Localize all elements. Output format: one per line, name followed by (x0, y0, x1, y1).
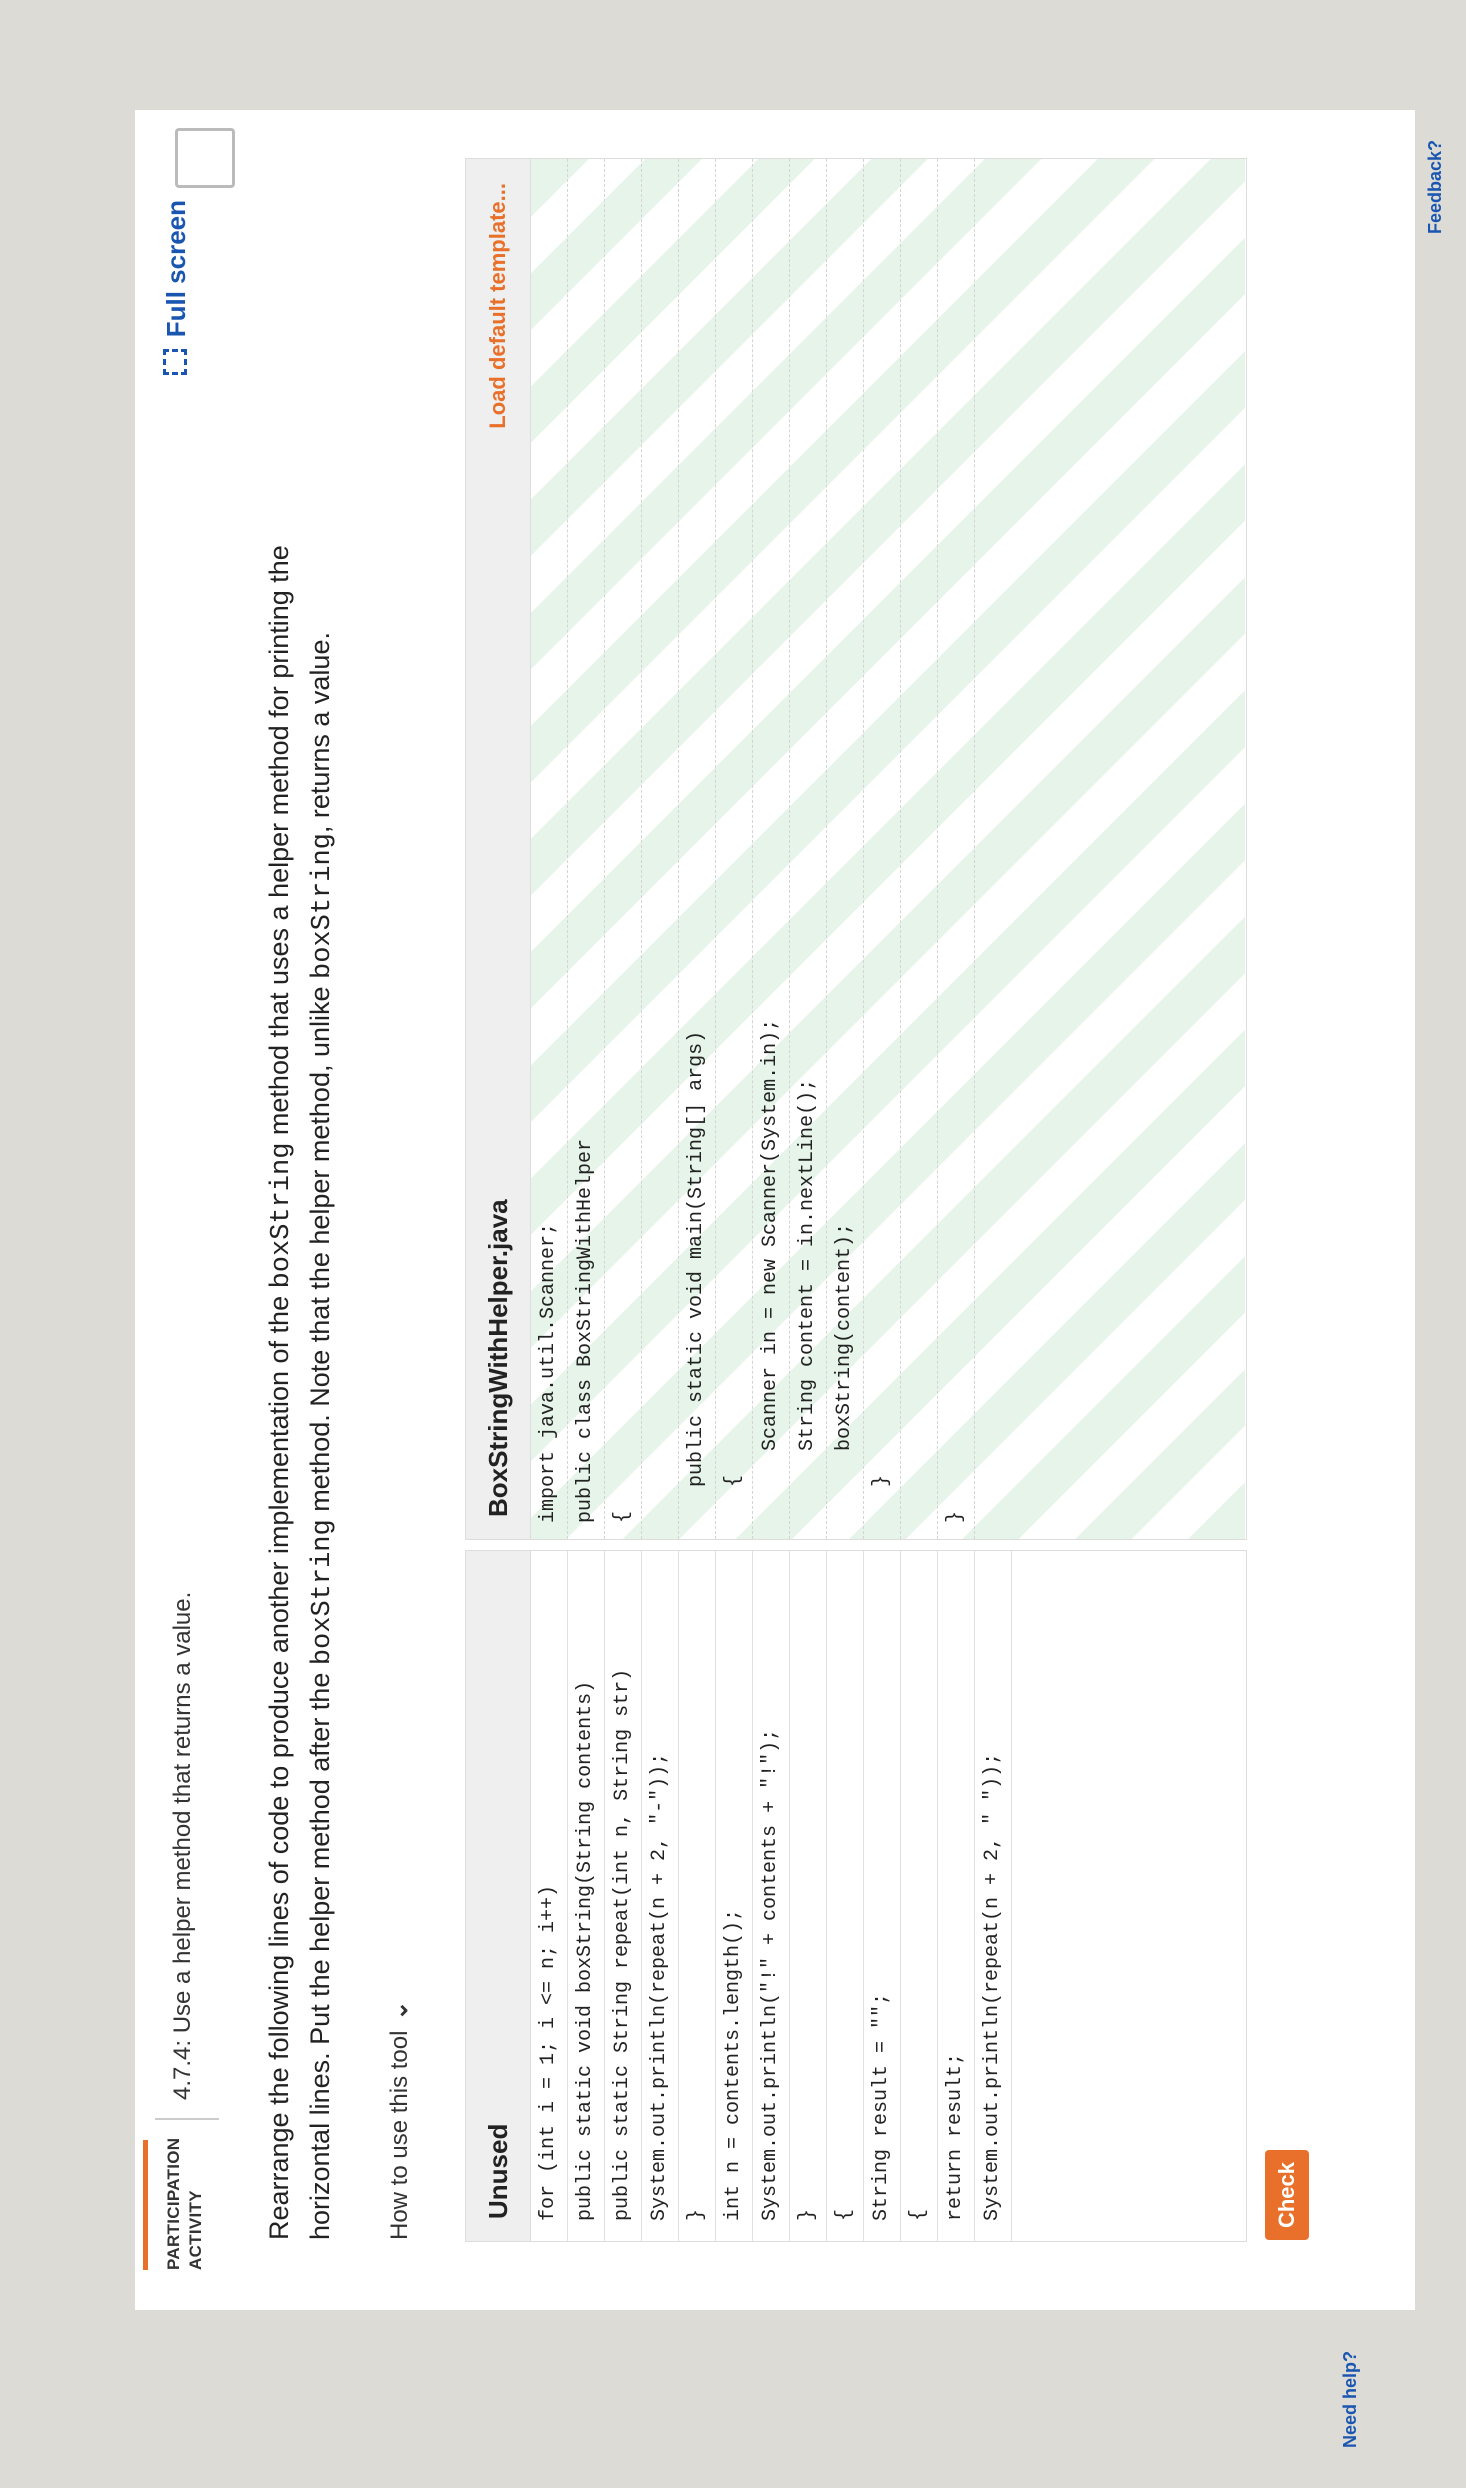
unused-lines-list: for (int i = 1; i <= n; i++) public stati… (531, 1551, 1012, 2241)
load-default-template-link[interactable]: Load default template... (466, 183, 530, 429)
chevron-down-icon: ⌄ (386, 2000, 413, 2021)
code-file-panel: BoxStringWithHelper.java Load default te… (465, 158, 1247, 1540)
need-help-link[interactable]: Need help? (1340, 2351, 1361, 2448)
unused-code-line[interactable]: { (901, 1551, 938, 2241)
file-code-line: } (864, 159, 901, 1539)
file-code-line (901, 159, 938, 1539)
feedback-link[interactable]: Feedback? (1425, 140, 1446, 234)
unused-code-line[interactable]: } (790, 1551, 827, 2241)
instructions-text: Rearrange the following lines of code to… (260, 460, 342, 2240)
screen: PARTICIPATION ACTIVITY 4.7.4: Use a help… (0, 0, 1466, 2488)
participation-activity-card: PARTICIPATION ACTIVITY 4.7.4: Use a help… (135, 110, 1415, 2310)
how-to-use-toggle[interactable]: How to use this tool ⌄ (385, 2000, 414, 2240)
unused-code-line[interactable]: String result = ""; (864, 1551, 901, 2241)
instructions-code: boxString (308, 833, 338, 979)
unused-code-line[interactable]: System.out.println(repeat(n + 2, "-")); (642, 1551, 679, 2241)
unused-code-line[interactable]: { (827, 1551, 864, 2241)
unused-code-line[interactable]: System.out.println("!" + contents + "!")… (753, 1551, 790, 2241)
unused-lines-panel: Unused for (int i = 1; i <= n; i++) publi… (465, 1550, 1247, 2242)
unused-code-line[interactable]: System.out.println(repeat(n + 2, " ")); (975, 1551, 1012, 2241)
file-name: BoxStringWithHelper.java (483, 1199, 513, 1517)
header-divider (155, 2118, 219, 2120)
unused-code-line[interactable]: public static void boxString(String cont… (568, 1551, 605, 2241)
fullscreen-label: Full screen (161, 200, 191, 338)
completion-checkbox (175, 128, 235, 188)
file-code-line (642, 159, 679, 1539)
activity-accent-bar (143, 2140, 148, 2270)
fullscreen-button[interactable]: Full screen (161, 200, 192, 376)
file-code-line: String content = in.nextLine(); (790, 159, 827, 1539)
unused-code-line[interactable]: int n = contents.length(); (716, 1551, 753, 2241)
fullscreen-icon (163, 349, 187, 376)
instructions-part: , returns a value. (305, 632, 335, 834)
unused-panel-title: Unused (466, 1551, 531, 2241)
unused-code-line[interactable]: } (679, 1551, 716, 2241)
file-code-line: import java.util.Scanner; (531, 159, 568, 1539)
file-code-line: public static void main(String[] args) (679, 159, 716, 1539)
instructions-code: boxString (267, 1142, 297, 1289)
instructions-code: boxString (308, 1519, 338, 1666)
file-code-line: public class BoxStringWithHelper (568, 159, 605, 1539)
unused-code-line[interactable]: public static String repeat(int n, Strin… (605, 1551, 642, 2241)
file-panel-header: BoxStringWithHelper.java Load default te… (466, 159, 531, 1539)
file-code-line: Scanner in = new Scanner(System.in); (753, 159, 790, 1539)
how-to-use-label: How to use this tool (386, 2030, 413, 2240)
activity-type-label: PARTICIPATION ACTIVITY (164, 2137, 205, 2270)
check-button[interactable]: Check (1265, 2150, 1309, 2240)
file-code-line: { (716, 159, 753, 1539)
unused-code-line[interactable]: return result; (938, 1551, 975, 2241)
activity-title: 4.7.4: Use a helper method that returns … (169, 1591, 196, 2100)
file-code-line: { (605, 159, 642, 1539)
instructions-part: method. Note that the helper method, unl… (305, 978, 335, 1520)
unused-code-line[interactable]: for (int i = 1; i <= n; i++) (531, 1551, 568, 2241)
file-code-line: } (938, 159, 975, 1539)
instructions-part: Rearrange the following lines of code to… (264, 1288, 294, 2240)
code-drop-area[interactable]: import java.util.Scanner; public class Bo… (531, 159, 1245, 1539)
file-code-line: boxString(content); (827, 159, 864, 1539)
